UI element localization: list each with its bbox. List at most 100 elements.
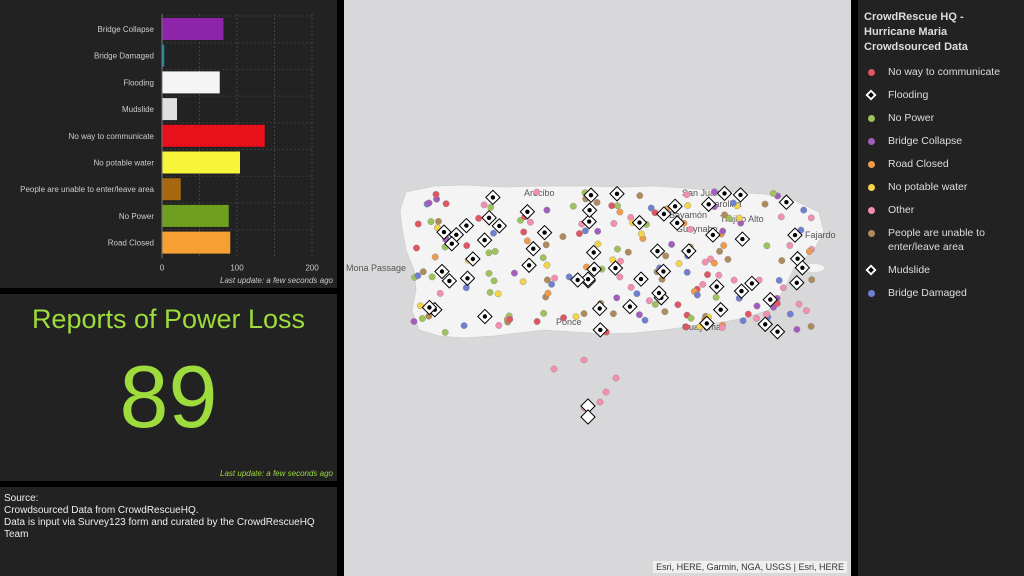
report-marker[interactable] bbox=[807, 214, 815, 222]
bar[interactable] bbox=[162, 151, 240, 174]
report-marker[interactable] bbox=[575, 230, 583, 238]
report-marker[interactable] bbox=[616, 273, 624, 281]
report-marker[interactable] bbox=[520, 228, 528, 236]
report-marker[interactable] bbox=[724, 255, 732, 263]
report-marker[interactable] bbox=[769, 189, 777, 197]
report-marker[interactable] bbox=[668, 240, 675, 248]
report-marker[interactable] bbox=[602, 388, 610, 396]
report-marker[interactable] bbox=[580, 310, 588, 317]
report-marker[interactable] bbox=[684, 202, 692, 209]
report-marker[interactable] bbox=[593, 198, 601, 206]
report-marker[interactable] bbox=[633, 290, 641, 298]
report-marker[interactable] bbox=[675, 260, 683, 267]
report-marker[interactable] bbox=[699, 280, 707, 288]
report-marker[interactable] bbox=[778, 257, 786, 264]
report-marker[interactable] bbox=[487, 203, 495, 211]
report-marker[interactable] bbox=[480, 201, 488, 209]
report-marker[interactable] bbox=[683, 191, 691, 199]
report-marker[interactable] bbox=[463, 242, 471, 250]
report-marker[interactable] bbox=[641, 316, 649, 324]
report-marker[interactable] bbox=[560, 314, 568, 322]
report-marker[interactable] bbox=[551, 274, 559, 282]
report-marker[interactable] bbox=[761, 200, 769, 208]
report-marker[interactable] bbox=[510, 269, 518, 277]
report-marker[interactable] bbox=[730, 276, 738, 284]
report-marker[interactable] bbox=[427, 218, 435, 226]
report-marker[interactable] bbox=[428, 273, 436, 281]
report-marker[interactable] bbox=[569, 202, 577, 210]
report-marker[interactable] bbox=[735, 214, 743, 222]
report-marker[interactable] bbox=[523, 237, 531, 245]
report-marker[interactable] bbox=[544, 289, 552, 297]
report-marker[interactable] bbox=[543, 206, 551, 214]
report-marker[interactable] bbox=[526, 218, 534, 226]
report-marker[interactable] bbox=[683, 268, 691, 276]
report-marker[interactable] bbox=[763, 242, 771, 250]
report-marker[interactable] bbox=[475, 214, 483, 222]
report-marker[interactable] bbox=[460, 322, 468, 329]
report-marker[interactable] bbox=[786, 310, 794, 318]
report-marker[interactable] bbox=[608, 202, 616, 210]
report-marker[interactable] bbox=[580, 356, 588, 364]
report-marker[interactable] bbox=[419, 268, 427, 276]
report-marker[interactable] bbox=[763, 310, 770, 318]
report-marker[interactable] bbox=[786, 242, 794, 249]
report-marker[interactable] bbox=[431, 253, 439, 261]
bar[interactable] bbox=[162, 18, 224, 40]
report-marker[interactable] bbox=[540, 309, 548, 317]
report-marker[interactable] bbox=[716, 247, 723, 255]
report-marker[interactable] bbox=[718, 324, 726, 331]
report-marker[interactable] bbox=[612, 374, 620, 382]
report-marker[interactable] bbox=[594, 240, 602, 248]
report-marker[interactable] bbox=[802, 307, 810, 314]
report-marker[interactable] bbox=[533, 318, 541, 325]
report-marker[interactable] bbox=[410, 318, 418, 325]
report-marker[interactable] bbox=[494, 290, 502, 298]
report-marker[interactable] bbox=[779, 284, 787, 292]
report-marker[interactable] bbox=[636, 192, 644, 200]
report-marker[interactable] bbox=[687, 314, 695, 322]
bar[interactable] bbox=[162, 98, 177, 121]
report-marker[interactable] bbox=[495, 321, 503, 329]
report-marker[interactable] bbox=[559, 233, 567, 241]
report-marker[interactable] bbox=[777, 213, 785, 221]
report-marker[interactable] bbox=[704, 271, 711, 278]
report-marker[interactable] bbox=[614, 202, 621, 210]
report-marker[interactable] bbox=[506, 315, 514, 323]
report-marker[interactable] bbox=[542, 241, 550, 249]
report-marker[interactable] bbox=[436, 289, 444, 297]
map-view[interactable]: Arecibo San Juan Carolina Bayamón Trujil… bbox=[344, 0, 851, 576]
report-marker[interactable] bbox=[637, 230, 645, 238]
report-marker[interactable] bbox=[674, 301, 682, 309]
report-marker[interactable] bbox=[490, 229, 497, 237]
bar[interactable] bbox=[162, 124, 265, 147]
report-marker[interactable] bbox=[661, 308, 669, 316]
report-marker[interactable] bbox=[744, 310, 752, 318]
report-marker[interactable] bbox=[624, 248, 632, 256]
report-marker[interactable] bbox=[572, 313, 580, 320]
report-marker[interactable] bbox=[793, 325, 801, 333]
report-marker[interactable] bbox=[808, 276, 816, 284]
report-marker[interactable] bbox=[462, 284, 470, 292]
report-marker[interactable] bbox=[715, 271, 723, 279]
report-marker[interactable] bbox=[435, 217, 442, 225]
report-marker[interactable] bbox=[539, 254, 547, 262]
report-marker[interactable] bbox=[432, 190, 440, 198]
report-marker[interactable] bbox=[614, 245, 621, 253]
report-marker[interactable] bbox=[550, 365, 558, 373]
hazard-marker[interactable] bbox=[580, 409, 596, 425]
report-marker[interactable] bbox=[720, 242, 728, 249]
report-marker[interactable] bbox=[414, 272, 422, 280]
report-marker[interactable] bbox=[662, 252, 670, 260]
report-marker[interactable] bbox=[800, 206, 808, 214]
report-marker[interactable] bbox=[753, 314, 760, 322]
report-marker[interactable] bbox=[712, 293, 720, 301]
report-marker[interactable] bbox=[543, 276, 551, 284]
report-marker[interactable] bbox=[651, 300, 659, 308]
report-marker[interactable] bbox=[616, 208, 624, 216]
report-marker[interactable] bbox=[807, 322, 815, 330]
report-marker[interactable] bbox=[687, 225, 694, 233]
report-marker[interactable] bbox=[710, 188, 718, 196]
report-marker[interactable] bbox=[490, 277, 498, 285]
report-marker[interactable] bbox=[425, 199, 433, 207]
